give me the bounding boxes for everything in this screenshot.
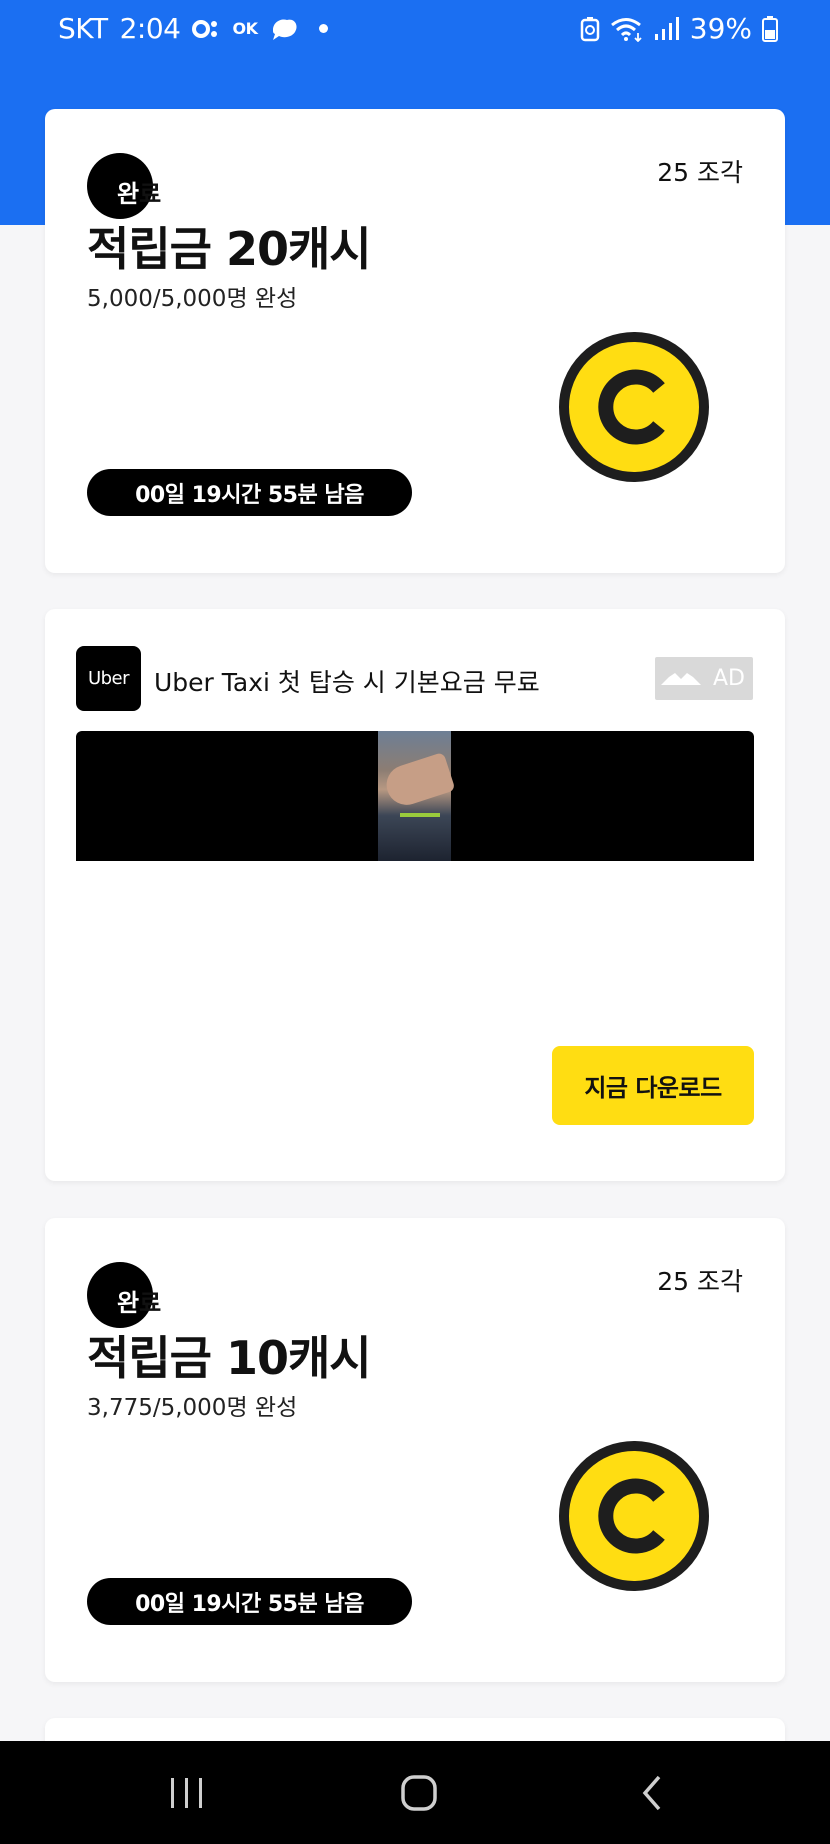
app-o-icon [192,18,220,40]
reward-title: 적립금 20캐시 [87,222,372,276]
done-badge-label: 완료 [117,174,161,209]
cash-coin-icon [558,331,710,483]
download-now-button[interactable]: 지금 다운로드 [552,1046,754,1125]
ad-video[interactable] [76,731,754,861]
carrier-label: SKT [58,12,108,45]
status-right: 39% [580,12,778,45]
recent-apps-icon[interactable] [157,1763,217,1823]
pieces-count: 25 조각 [657,158,743,187]
time-remaining-badge: 00일 19시간 55분 남음 [87,469,412,516]
pieces-count: 25 조각 [657,1267,743,1296]
ad-title[interactable]: Uber Taxi 첫 탑승 시 기본요금 무료 [154,663,540,699]
signal-icon [654,16,680,41]
ok-cashbag-icon: OK [232,19,258,38]
reward-card[interactable]: 25 조각 완료 적립금 20캐시 5,000/5,000명 완성 00일 19… [45,109,785,573]
done-label-first: 완 [117,180,140,208]
progress-text: 3,775/5,000명 완성 [87,1395,298,1421]
time-remaining-badge: 00일 19시간 55분 남음 [87,1578,412,1625]
video-strip-image [400,813,440,817]
done-label-rest: 료 [139,180,162,208]
recycle-icon [580,16,600,42]
leaf-icon [269,16,301,42]
notification-dot-icon [319,24,329,33]
status-bar: SKT 2:04 OK 39% [0,0,830,62]
battery-icon [762,15,778,42]
ad-badge-label: AD [713,666,745,691]
reward-card[interactable]: 25 조각 완료 적립금 10캐시 3,775/5,000명 완성 00일 19… [45,1218,785,1682]
home-icon[interactable] [389,1763,449,1823]
ad-card[interactable]: Uber Uber Taxi 첫 탑승 시 기본요금 무료 AD 지금 다운로드 [45,609,785,1181]
status-left: SKT 2:04 OK [58,12,329,45]
ad-badge: AD [655,657,753,700]
done-label-first: 완 [117,1289,140,1317]
wifi-icon [610,16,644,42]
clock: 2:04 [119,12,181,45]
reward-title: 적립금 10캐시 [87,1331,372,1385]
video-hand-image [381,751,456,811]
navigation-bar [0,1741,830,1844]
battery-percent: 39% [689,12,752,45]
ad-video-thumbnail [378,731,456,861]
done-badge-label: 완료 [117,1283,161,1318]
uber-logo: Uber [76,646,141,711]
progress-text: 5,000/5,000명 완성 [87,286,298,312]
done-badge: 완료 [87,153,161,219]
done-badge: 완료 [87,1262,161,1328]
cash-coin-icon [558,1440,710,1592]
back-icon[interactable] [622,1763,682,1823]
done-label-rest: 료 [139,1289,162,1317]
